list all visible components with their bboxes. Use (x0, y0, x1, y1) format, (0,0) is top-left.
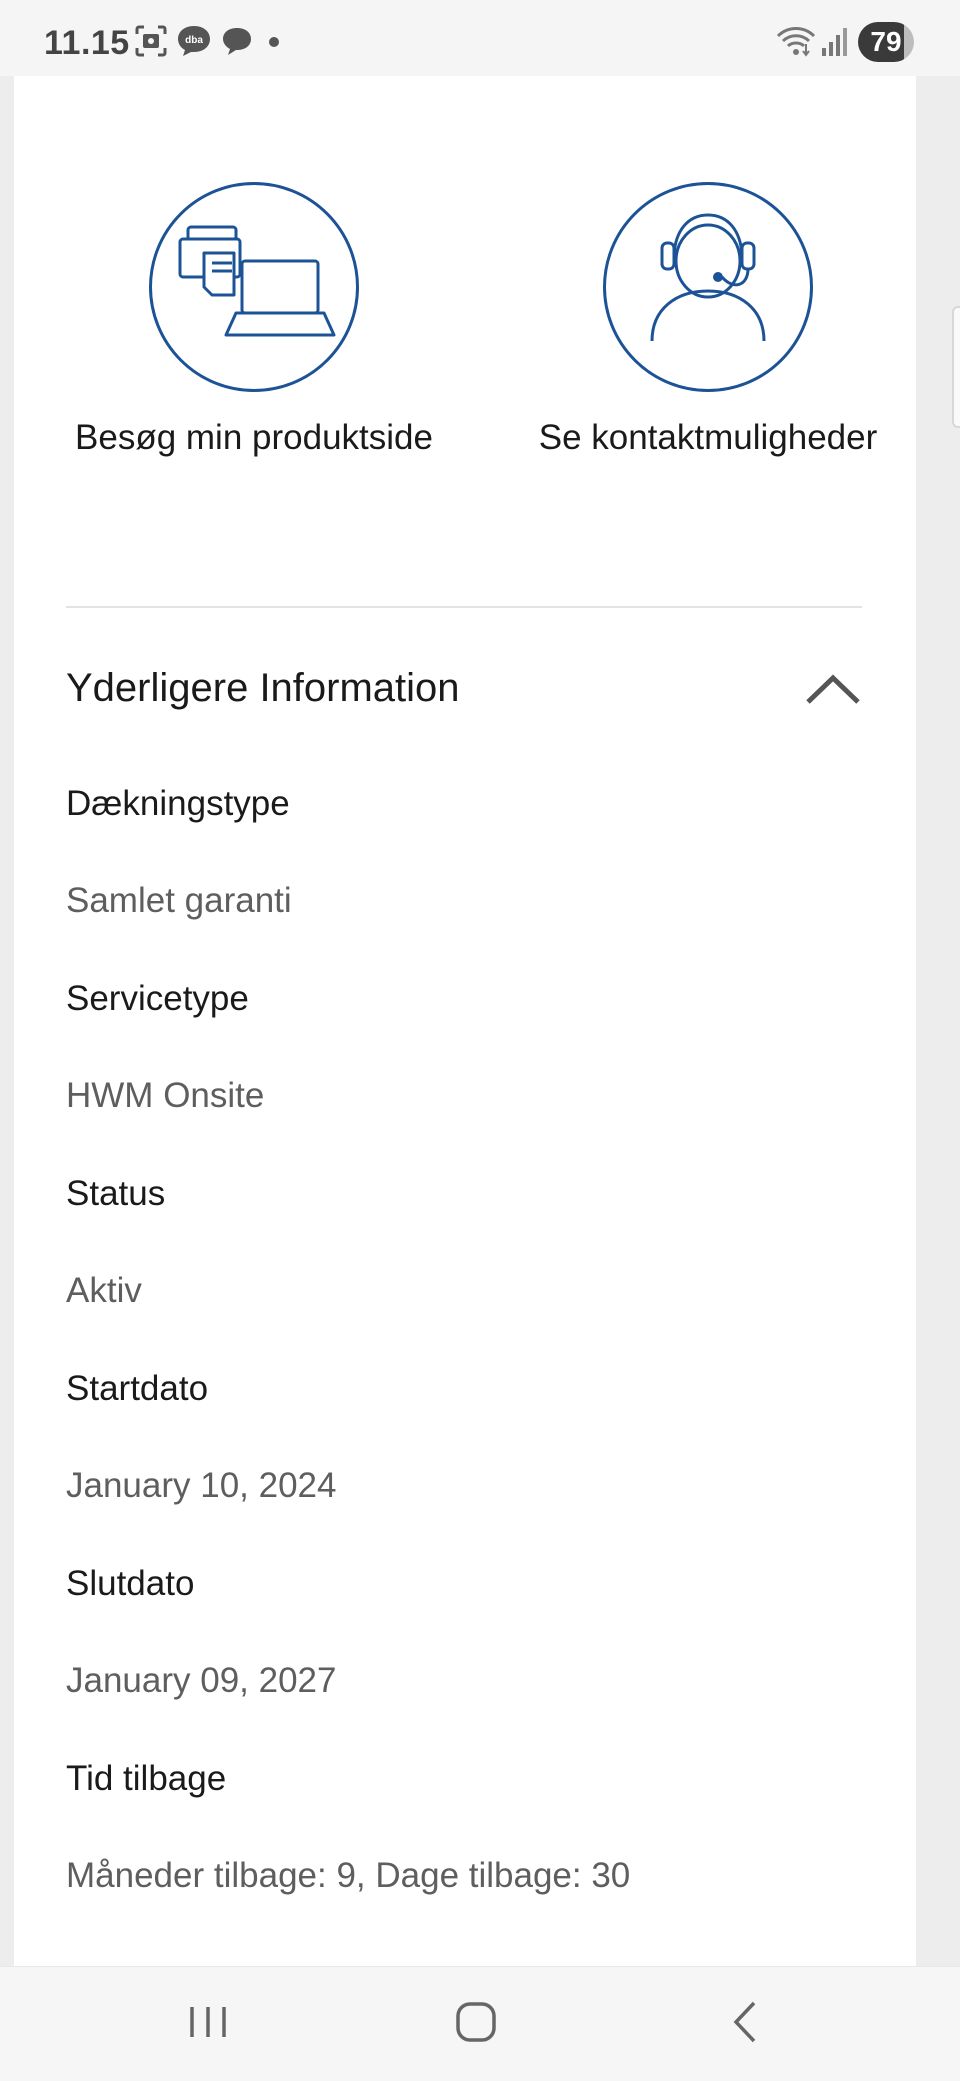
divider (66, 606, 862, 608)
message-icon (223, 28, 251, 55)
service-type-value: HWM Onsite (66, 1076, 265, 1115)
section-title: Yderligere Information (66, 666, 460, 710)
service-type-label: Servicetype (66, 979, 249, 1018)
battery-indicator: 79 (858, 22, 914, 62)
status-label: Status (66, 1174, 166, 1213)
product-page-link[interactable]: Besøg min produktside (34, 182, 474, 458)
contact-options-label: Se kontaktmuligheder (538, 418, 878, 457)
status-bar: 11.15 dba 79 (0, 0, 960, 76)
navigation-bar (0, 1966, 960, 2081)
support-agent-icon-circle (603, 182, 813, 392)
product-page-label: Besøg min produktside (75, 418, 433, 457)
start-date-label: Startdato (66, 1369, 209, 1408)
dba-chat-icon: dba (178, 26, 210, 56)
dba-text: dba (185, 35, 203, 46)
dot-icon (269, 37, 279, 47)
status-time: 11.15 (44, 24, 130, 62)
home-icon[interactable] (446, 1997, 506, 2047)
status-value: Aktiv (66, 1271, 142, 1310)
recent-apps-icon[interactable] (178, 1997, 238, 2047)
support-agent-icon (650, 213, 766, 342)
contact-options-link[interactable]: Se kontaktmuligheder (488, 182, 928, 458)
time-remaining-value: Måneder tilbage: 9, Dage tilbage: 30 (66, 1856, 631, 1895)
start-date-value: January 10, 2024 (66, 1466, 337, 1505)
devices-icon (178, 225, 336, 337)
signal-icon (822, 28, 847, 56)
chevron-up-icon (806, 674, 860, 704)
time-remaining-label: Tid tilbage (66, 1759, 227, 1798)
additional-info-toggle[interactable]: Yderligere Information (66, 656, 862, 736)
coverage-type-value: Samlet garanti (66, 881, 292, 920)
devices-icon-circle (149, 182, 359, 392)
warranty-details-card: Besøg min produktside Se kontaktmulighed… (14, 76, 916, 1966)
coverage-type-label: Dækningstype (66, 784, 290, 823)
wifi-icon (776, 27, 816, 57)
back-icon[interactable] (716, 1997, 776, 2047)
side-panel-handle[interactable] (952, 306, 960, 428)
end-date-label: Slutdato (66, 1564, 195, 1603)
screenshot-icon (135, 25, 167, 57)
end-date-value: January 09, 2027 (66, 1661, 337, 1700)
